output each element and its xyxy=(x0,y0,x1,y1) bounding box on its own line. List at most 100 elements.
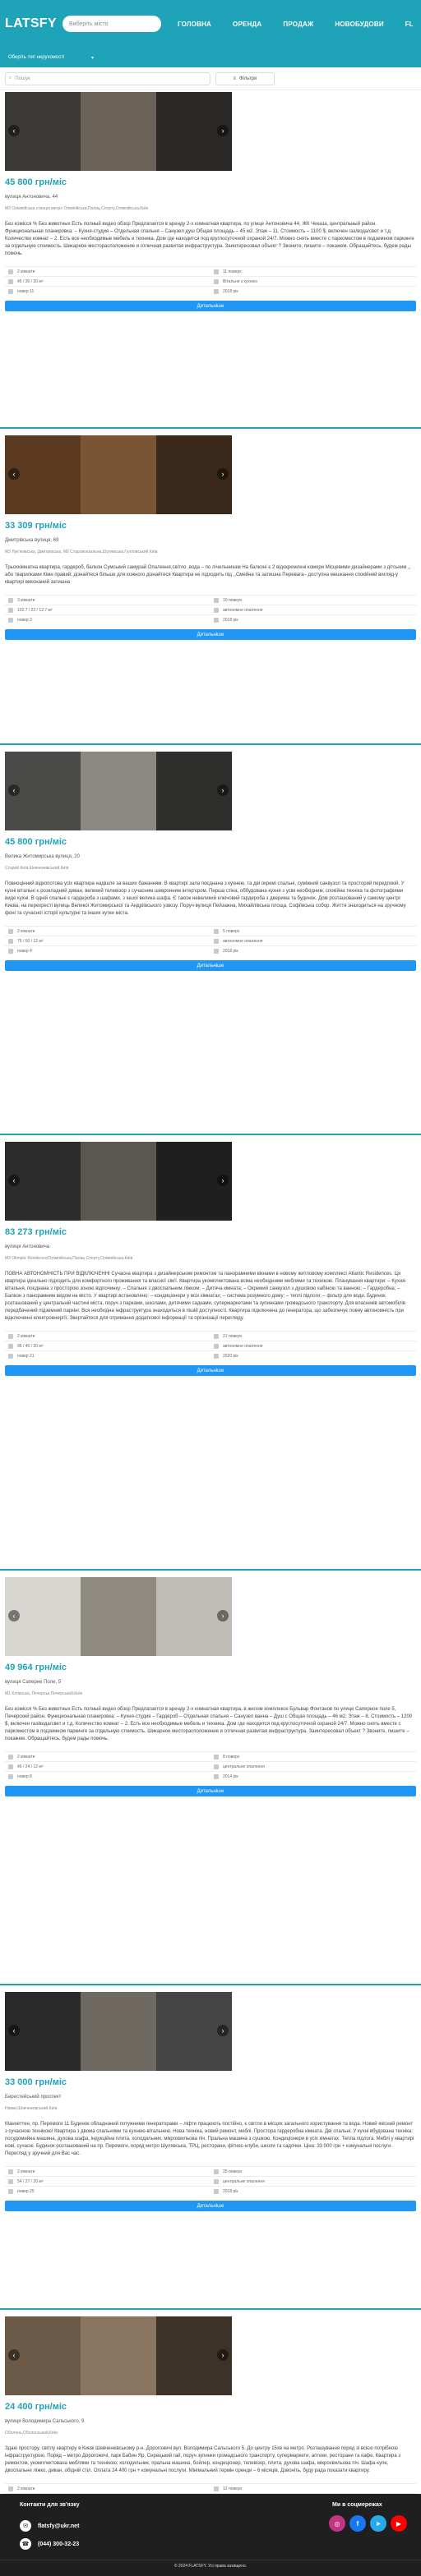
gallery-next-icon[interactable]: › xyxy=(217,784,229,796)
param-cell: 2018 рік xyxy=(210,288,416,294)
property-type-label: Оберіть тип нерухомості xyxy=(8,55,65,60)
param-cell: 96 / 40 / 20 м² xyxy=(5,1343,210,1349)
listing-card[interactable]: ‹ › 49 964 грн/міс вулиця Саперне Поле, … xyxy=(0,1577,421,1796)
nav-item-new-buildings[interactable]: НОВОБУДОВИ xyxy=(335,21,383,28)
filter-label: Фільтри xyxy=(239,76,257,81)
logo[interactable]: LATSFY xyxy=(5,16,59,31)
listing-price: 45 800 грн/міс xyxy=(5,177,67,187)
param-icon xyxy=(214,1764,219,1769)
details-button[interactable]: Детальніше xyxy=(5,2201,416,2211)
param-icon xyxy=(8,2486,13,2491)
listing-card[interactable]: ‹ › 83 273 грн/міс вулиця Антоновича М3 … xyxy=(0,1142,421,1376)
gallery-next-icon[interactable]: › xyxy=(217,1175,229,1186)
param-value: 11 поверх xyxy=(223,269,242,274)
instagram-icon[interactable]: ◎ xyxy=(329,2515,345,2532)
details-button[interactable]: Детальніше xyxy=(5,1786,416,1796)
param-cell: Вітальня з кухнею xyxy=(210,278,416,284)
listing-card[interactable]: ‹ › 33 000 грн/міс Берестейський проспек… xyxy=(0,1992,421,2211)
param-value: 3 кімнати xyxy=(17,597,35,603)
nav-item-sale[interactable]: ПРОДАЖ xyxy=(283,21,313,28)
listing-gallery[interactable]: ‹ › xyxy=(5,752,232,830)
listing-separator xyxy=(0,427,421,429)
email-text[interactable]: flatsfy@ukr.net xyxy=(38,2523,79,2529)
gallery-prev-icon[interactable]: ‹ xyxy=(8,2025,20,2036)
param-value: 46 / 24 / 12 м² xyxy=(17,1764,44,1769)
param-icon xyxy=(8,1343,13,1349)
nav-item-home[interactable]: ГОЛОВНА xyxy=(178,21,211,28)
param-icon xyxy=(8,1773,13,1779)
top-header: LATSFY Виберіть місто ГОЛОВНА ОРЕНДА ПРО… xyxy=(0,0,421,48)
param-value: центральне опалення xyxy=(223,1764,265,1769)
listing-gallery[interactable]: ‹ › xyxy=(5,92,232,171)
phone-contact[interactable]: ☎ (044) 300-32-23 xyxy=(20,2538,79,2550)
contact-title: Контакти для зв'язку xyxy=(20,2502,80,2508)
listing-photo xyxy=(81,92,156,171)
param-icon xyxy=(214,597,219,603)
telegram-icon[interactable]: ➤ xyxy=(370,2515,386,2532)
param-icon xyxy=(8,1333,13,1339)
details-button[interactable]: Детальніше xyxy=(5,629,416,640)
param-value: автономне опалення xyxy=(223,938,263,944)
nav-item-more[interactable]: FL xyxy=(405,21,414,28)
listing-card[interactable]: ‹ › 45 800 грн/міс Велика Житомирська ву… xyxy=(0,752,421,971)
details-button[interactable]: Детальніше xyxy=(5,960,416,971)
param-value: 2018 рік xyxy=(223,948,238,954)
gallery-next-icon[interactable]: › xyxy=(217,2025,229,2036)
listing-card[interactable]: ‹ › 33 309 грн/міс Дмитрівська вулиця, 6… xyxy=(0,435,421,640)
listing-card[interactable]: ‹ › 45 800 грн/міс вулиця Антоновича, 44… xyxy=(0,92,421,311)
param-cell: 3 кімнати xyxy=(5,597,210,603)
email-contact[interactable]: ✉ flatsfy@ukr.net xyxy=(20,2520,79,2532)
gallery-prev-icon[interactable]: ‹ xyxy=(8,1175,20,1186)
listing-address: Велика Житомирська вулиця, 20 xyxy=(5,854,80,859)
listing-search-input[interactable]: ⌕ Пошук xyxy=(5,71,210,85)
listing-gallery[interactable]: ‹ › xyxy=(5,1142,232,1221)
details-button[interactable]: Детальніше xyxy=(5,1365,416,1376)
gallery-next-icon[interactable]: › xyxy=(217,468,229,480)
param-cell: 8 поверх xyxy=(210,1754,416,1760)
listing-gallery[interactable]: ‹ › xyxy=(5,435,232,514)
param-row: повер 11 2018 рік xyxy=(5,286,416,296)
phone-text[interactable]: (044) 300-32-23 xyxy=(38,2542,79,2547)
param-cell: 5 поверх xyxy=(210,928,416,934)
param-icon xyxy=(214,2169,219,2174)
param-value: 2020 рік xyxy=(223,1353,238,1359)
param-cell: 2018 рік xyxy=(210,2188,416,2194)
param-cell: центральне опалення xyxy=(210,1764,416,1769)
param-value: повер 4 xyxy=(17,948,32,954)
param-value: 96 / 40 / 20 м² xyxy=(17,1343,44,1349)
details-button[interactable]: Детальніше xyxy=(5,301,416,311)
param-icon xyxy=(214,928,219,934)
param-icon xyxy=(8,2178,13,2184)
param-row: 45 / 30 / 20 м² Вітальня з кухнею xyxy=(5,276,416,286)
gallery-next-icon[interactable]: › xyxy=(217,125,229,136)
filter-button[interactable]: ≡ Фільтри xyxy=(215,71,275,85)
gallery-next-icon[interactable]: › xyxy=(217,1610,229,1622)
gallery-next-icon[interactable]: › xyxy=(217,2349,229,2361)
listing-gallery[interactable]: ‹ › xyxy=(5,1992,232,2071)
param-icon xyxy=(214,1343,219,1349)
nav-item-rent[interactable]: ОРЕНДА xyxy=(233,21,261,28)
param-cell: 2018 рік xyxy=(210,617,416,623)
param-icon xyxy=(8,1353,13,1359)
param-cell: автономне опалення xyxy=(210,938,416,944)
param-value: повер 8 xyxy=(17,1773,32,1779)
gallery-prev-icon[interactable]: ‹ xyxy=(8,468,20,480)
param-cell: 2 кімнати xyxy=(5,269,210,274)
param-icon xyxy=(8,607,13,613)
param-icon xyxy=(214,1333,219,1339)
gallery-prev-icon[interactable]: ‹ xyxy=(8,784,20,796)
param-cell: повер 8 xyxy=(5,1773,210,1779)
listing-address: Дмитрівська вулиця, 69 xyxy=(5,538,59,543)
gallery-prev-icon[interactable]: ‹ xyxy=(8,125,20,136)
param-value: 2 кімнати xyxy=(17,928,35,934)
city-search-input[interactable]: Виберіть місто xyxy=(62,16,161,32)
listing-separator xyxy=(0,743,421,745)
youtube-icon[interactable]: ▶ xyxy=(391,2515,407,2532)
facebook-icon[interactable]: f xyxy=(349,2515,366,2532)
param-value: 75 / 60 / 12 м² xyxy=(17,938,44,944)
listing-gallery[interactable]: ‹ › xyxy=(5,2316,232,2395)
listing-gallery[interactable]: ‹ › xyxy=(5,1577,232,1656)
gallery-prev-icon[interactable]: ‹ xyxy=(8,2349,20,2361)
property-type-select[interactable]: Оберіть тип нерухомості ▾ xyxy=(5,52,97,63)
gallery-prev-icon[interactable]: ‹ xyxy=(8,1610,20,1622)
